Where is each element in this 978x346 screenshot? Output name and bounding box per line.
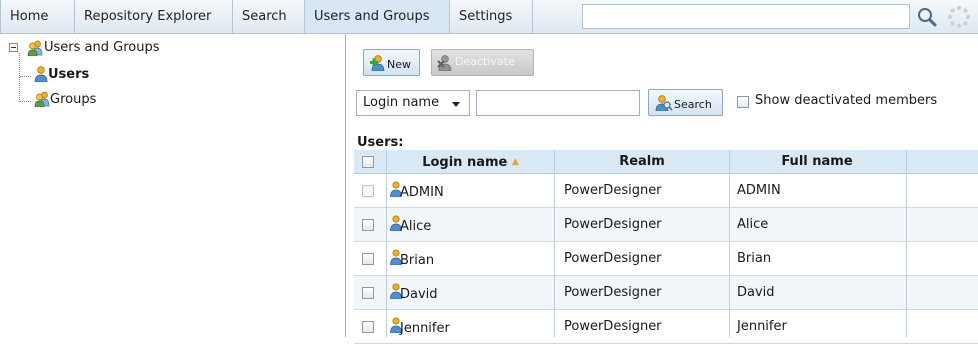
- realm-cell: PowerDesigner: [564, 285, 662, 300]
- column-divider: [554, 150, 555, 337]
- tree-item-label: Users: [48, 67, 90, 82]
- users-panel: New Deactivate Login name Search Show de…: [347, 34, 978, 344]
- login-cell: David: [400, 287, 438, 302]
- login-cell: ADMIN: [400, 185, 444, 200]
- column-header-label: Login name: [422, 155, 508, 170]
- realm-cell: PowerDesigner: [564, 183, 662, 198]
- table-row[interactable]: David PowerDesigner David: [354, 276, 978, 310]
- tab-search[interactable]: Search: [233, 0, 305, 33]
- filter-field-select[interactable]: Login name: [356, 90, 470, 116]
- users-table-caption: Users:: [357, 135, 404, 150]
- row-checkbox[interactable]: [362, 185, 374, 197]
- realm-cell: PowerDesigner: [564, 319, 662, 334]
- deactivate-user-icon: [437, 54, 452, 71]
- loading-spinner-icon: [947, 5, 971, 29]
- full-name-cell: Brian: [737, 251, 772, 266]
- row-checkbox[interactable]: [362, 321, 374, 333]
- new-button[interactable]: New: [363, 49, 420, 76]
- column-header-realm[interactable]: Realm: [555, 150, 729, 174]
- top-navigation-bar: Home Repository Explorer Search Users an…: [0, 0, 978, 34]
- column-divider: [906, 150, 907, 337]
- login-cell: Brian: [400, 253, 435, 268]
- full-name-cell: ADMIN: [737, 183, 781, 198]
- table-row[interactable]: Alice PowerDesigner Alice: [354, 208, 978, 242]
- column-header-login-name[interactable]: Login name ▲: [387, 150, 554, 174]
- select-all-checkbox[interactable]: [362, 156, 374, 168]
- show-deactivated-checkbox[interactable]: [737, 96, 749, 108]
- column-divider: [729, 150, 730, 337]
- magnifier-icon[interactable]: [916, 7, 938, 27]
- full-name-cell: Jennifer: [737, 319, 787, 334]
- row-checkbox[interactable]: [362, 253, 374, 265]
- filter-value-input[interactable]: [476, 90, 640, 116]
- group-icon: [27, 40, 43, 56]
- table-row[interactable]: ADMIN PowerDesigner ADMIN: [354, 174, 978, 208]
- realm-cell: PowerDesigner: [564, 251, 662, 266]
- full-name-cell: David: [737, 285, 775, 300]
- table-row[interactable]: Brian PowerDesigner Brian: [354, 242, 978, 276]
- new-user-icon: [370, 54, 385, 71]
- tab-repository-explorer[interactable]: Repository Explorer: [75, 0, 233, 33]
- deactivate-button[interactable]: Deactivate: [431, 49, 534, 76]
- group-icon: [34, 91, 50, 107]
- tab-users-and-groups[interactable]: Users and Groups: [305, 0, 450, 33]
- full-name-cell: Alice: [737, 217, 769, 232]
- search-icon: [655, 94, 673, 111]
- realm-cell: PowerDesigner: [564, 217, 662, 232]
- login-cell: Alice: [400, 219, 432, 234]
- tab-home[interactable]: Home: [0, 0, 75, 33]
- column-divider: [386, 150, 387, 337]
- filter-field-value: Login name: [363, 95, 440, 110]
- new-button-label: New: [387, 58, 411, 71]
- tree-item-label: Groups: [50, 92, 97, 107]
- navigation-tree: Users and Groups Users Groups: [0, 34, 346, 337]
- tree-connector: [19, 53, 20, 102]
- table-row[interactable]: Jennifer PowerDesigner Jennifer: [354, 310, 978, 344]
- table-header: Login name ▲ Realm Full name: [354, 150, 978, 174]
- search-button-label: Search: [674, 98, 712, 111]
- row-checkbox[interactable]: [362, 219, 374, 231]
- column-header-full-name[interactable]: Full name: [730, 150, 904, 174]
- row-checkbox[interactable]: [362, 287, 374, 299]
- user-icon: [34, 66, 48, 82]
- tree-connector: [20, 76, 31, 77]
- collapse-toggle[interactable]: [9, 43, 18, 52]
- deactivate-button-label: Deactivate: [455, 55, 515, 68]
- tree-item-label: Users and Groups: [44, 40, 160, 55]
- search-button[interactable]: Search: [648, 89, 723, 116]
- sort-ascending-icon: ▲: [511, 157, 519, 167]
- chevron-down-icon: [452, 102, 460, 107]
- nav-tabs: Home Repository Explorer Search Users an…: [0, 0, 533, 33]
- tree-connector: [20, 101, 31, 102]
- tab-settings[interactable]: Settings: [450, 0, 533, 33]
- show-deactivated-label: Show deactivated members: [755, 93, 938, 108]
- login-cell: Jennifer: [400, 321, 450, 336]
- global-search-input[interactable]: [582, 4, 910, 29]
